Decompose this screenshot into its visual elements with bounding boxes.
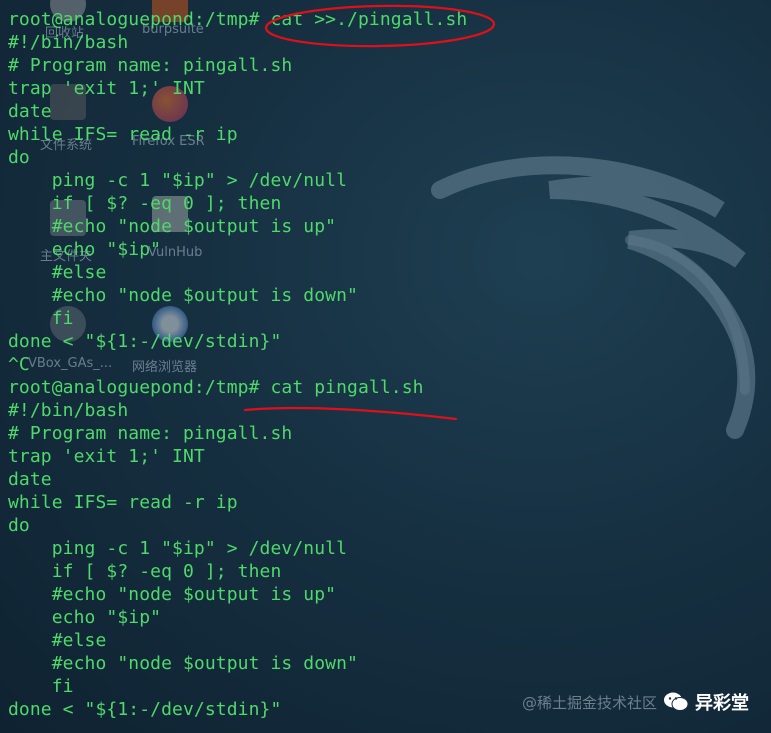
terminal-line: # Program name: pingall.sh — [8, 423, 293, 444]
terminal-line: #echo "node $output is up" — [8, 216, 337, 237]
watermark-faded-text: @稀土掘金技术社区 — [521, 693, 657, 712]
terminal-line: done < "${1:-/dev/stdin}" — [8, 331, 282, 352]
terminal-line: trap 'exit 1;' INT — [8, 446, 205, 467]
terminal-line: root@analoguepond:/tmp# cat >>./pingall.… — [8, 9, 468, 30]
terminal-line: while IFS= read -r ip — [8, 124, 238, 145]
terminal-line: while IFS= read -r ip — [8, 492, 238, 513]
terminal-line: ping -c 1 "$ip" > /dev/null — [8, 538, 348, 559]
terminal-line: #else — [8, 262, 107, 283]
terminal-line: date — [8, 101, 52, 122]
terminal-line: #!/bin/bash — [8, 32, 129, 53]
terminal-line: fi — [8, 308, 74, 329]
terminal-line: #else — [8, 630, 107, 651]
terminal-line: date — [8, 469, 52, 490]
terminal-line: ^C — [8, 354, 30, 375]
terminal-line: do — [8, 147, 30, 168]
terminal-line: #echo "node $output is down" — [8, 285, 358, 306]
terminal-line: root@analoguepond:/tmp# cat pingall.sh — [8, 377, 424, 398]
terminal-line: ping -c 1 "$ip" > /dev/null — [8, 170, 348, 191]
terminal-line: #!/bin/bash — [8, 400, 129, 421]
terminal-line: do — [8, 515, 30, 536]
terminal-line: #echo "node $output is up" — [8, 584, 337, 605]
terminal-line: # Program name: pingall.sh — [8, 55, 293, 76]
terminal-line: if [ $? -eq 0 ]; then — [8, 561, 282, 582]
terminal-output[interactable]: root@analoguepond:/tmp# cat >>./pingall.… — [8, 8, 771, 721]
terminal-line: #echo "node $output is down" — [8, 653, 358, 674]
terminal-line: echo "$ip" — [8, 239, 162, 260]
terminal-line: echo "$ip" — [8, 607, 162, 628]
terminal-line: trap 'exit 1;' INT — [8, 78, 205, 99]
terminal-line: if [ $? -eq 0 ]; then — [8, 193, 282, 214]
watermark-brand: 异彩堂 — [695, 693, 749, 714]
watermark: @稀土掘金技术社区 异彩堂 — [522, 689, 749, 715]
wechat-icon — [664, 692, 689, 711]
